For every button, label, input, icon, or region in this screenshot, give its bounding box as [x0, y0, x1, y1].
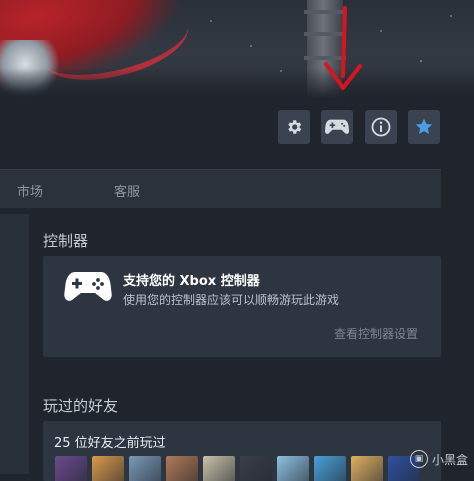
star-icon [415, 118, 433, 134]
watermark-text: 小黑盒 [431, 452, 468, 467]
gear-icon [288, 120, 302, 134]
friends-count: 25 位好友之前玩过 [54, 436, 166, 451]
red-arrow-annotation [324, 6, 362, 90]
heybox-watermark: ▣ 小黑盒 [409, 450, 468, 468]
friend-avatar[interactable] [166, 456, 198, 481]
controller-section-title: 控制器 [43, 232, 89, 250]
info-icon [371, 117, 391, 137]
hero-fade [0, 68, 474, 98]
friend-avatar[interactable] [277, 456, 309, 481]
tab-market[interactable]: 市场 [17, 181, 43, 200]
heybox-logo-icon: ▣ [409, 450, 428, 468]
gamepad-icon [325, 119, 349, 134]
store-tabs-bar: 市场 客服 [0, 169, 441, 208]
friend-avatar[interactable] [240, 456, 272, 481]
friend-avatars [55, 456, 425, 481]
controller-card-description: 使用您的控制器应该可以顺畅游玩此游戏 [123, 293, 340, 307]
friend-avatar[interactable] [203, 456, 235, 481]
favorite-button[interactable] [408, 110, 440, 144]
friend-avatar[interactable] [55, 456, 87, 481]
game-hero-artwork [0, 0, 474, 98]
friend-avatar[interactable] [351, 456, 383, 481]
friend-avatar[interactable] [129, 456, 161, 481]
info-button[interactable] [365, 110, 397, 144]
friends-section-title: 玩过的好友 [43, 397, 119, 415]
controller-button[interactable] [321, 110, 353, 144]
controller-card-title: 支持您的 Xbox 控制器 [123, 274, 260, 289]
tab-support[interactable]: 客服 [114, 181, 140, 200]
friends-played-card: 25 位好友之前玩过 [43, 421, 441, 481]
friend-avatar[interactable] [314, 456, 346, 481]
view-controller-settings-link[interactable]: 查看控制器设置 [334, 325, 418, 342]
controller-support-card: 支持您的 Xbox 控制器 使用您的控制器应该可以顺畅游玩此游戏 查看控制器设置 [43, 256, 441, 357]
gamepad-icon [64, 272, 112, 301]
friend-avatar[interactable] [92, 456, 124, 481]
settings-button[interactable] [278, 110, 310, 144]
left-side-panel [0, 214, 29, 474]
